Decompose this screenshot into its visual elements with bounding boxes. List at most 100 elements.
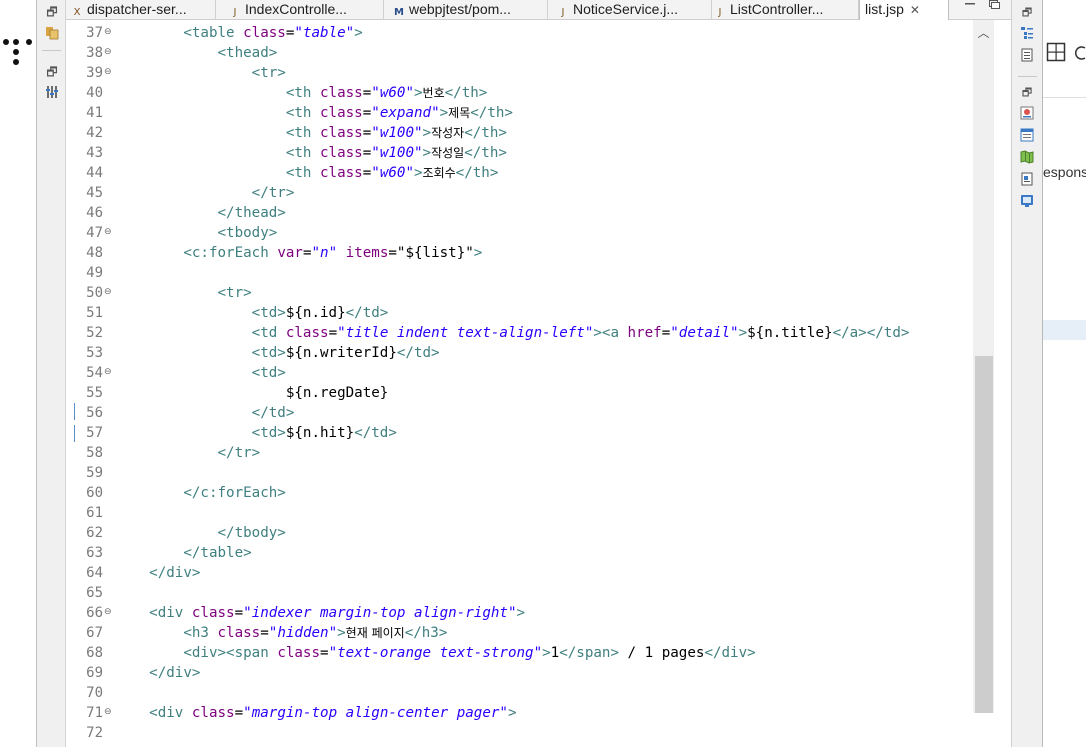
restore-icon[interactable]: 🗗: [1020, 6, 1034, 20]
code-token: ${n.writerId}: [285, 345, 397, 361]
code-token: </td>: [251, 405, 295, 421]
tab-list-controller[interactable]: J ListController...: [709, 0, 859, 20]
java-file-icon: J: [718, 7, 722, 18]
code-token: ${n.regDate}: [285, 385, 389, 401]
servers-icon[interactable]: [44, 84, 60, 100]
code-token: >: [593, 325, 602, 341]
scrollbar-thumb[interactable]: [975, 356, 993, 713]
code-token: <th: [285, 145, 321, 161]
code-token: =: [661, 325, 671, 341]
line-number: 47: [86, 225, 103, 241]
fold-toggle-icon[interactable]: ⊖: [104, 28, 113, 37]
line-number: 67: [86, 625, 103, 641]
code-token: </div>: [149, 665, 201, 681]
grid-icon[interactable]: [1046, 42, 1066, 62]
code-token: >: [422, 145, 432, 161]
code-token: </tbody>: [217, 525, 286, 541]
right-minimized-toolbar: 🗗 🗗: [1011, 0, 1043, 747]
close-icon[interactable]: ✕: [910, 3, 920, 17]
code-token: ${n.hit}: [285, 425, 355, 441]
code-token: href: [627, 325, 662, 341]
task-list-icon[interactable]: [1020, 48, 1034, 62]
app-dots-icon: [3, 39, 32, 65]
fold-toggle-icon[interactable]: ⊖: [104, 68, 113, 77]
line-number: 65: [86, 585, 103, 601]
restore-icon[interactable]: 🗗: [44, 4, 60, 20]
package-explorer-icon[interactable]: [44, 24, 60, 40]
problems-icon[interactable]: [1020, 106, 1034, 120]
fold-toggle-icon[interactable]: ⊖: [104, 708, 113, 717]
code-token: class: [191, 605, 235, 621]
console-icon[interactable]: [1020, 194, 1034, 208]
code-token: =: [260, 625, 269, 641]
code-token: class: [320, 85, 363, 101]
code-line: </div>: [115, 563, 200, 583]
properties-icon[interactable]: [1020, 128, 1034, 142]
line-number: 38: [86, 45, 103, 61]
code-token: class: [320, 145, 363, 161]
code-token: "n": [311, 245, 338, 261]
code-token: ${n.id}: [285, 305, 346, 321]
line-number: 49: [86, 265, 103, 281]
outline-icon[interactable]: [1020, 26, 1034, 40]
code-line: <tr>: [115, 283, 252, 303]
background-window: [1043, 0, 1086, 747]
tab-label: IndexControlle...: [245, 1, 347, 17]
code-line: <div class="margin-top align-center page…: [115, 703, 516, 723]
code-token: =: [320, 645, 329, 661]
code-token: </tr>: [251, 185, 295, 201]
code-token: >: [738, 325, 748, 341]
tab-pom[interactable]: Mwebpjtest/pom...: [388, 0, 548, 20]
quick-diff-ruler: [66, 20, 75, 747]
code-line: <th class="expand">제목</th>: [115, 103, 513, 123]
code-line: </thead>: [115, 203, 286, 223]
code-line: <th class="w60">조회수</th>: [115, 163, 499, 183]
fold-toggle-icon[interactable]: ⊖: [104, 368, 113, 377]
maximize-icon[interactable]: [984, 0, 1004, 12]
code-token: </td>: [354, 425, 397, 441]
line-number: 53: [86, 345, 103, 361]
snippets-icon[interactable]: [1020, 172, 1034, 186]
scroll-up-icon[interactable]: ︿: [973, 22, 994, 44]
code-token: </th>: [455, 165, 499, 181]
line-number: 48: [86, 245, 103, 261]
minimize-icon[interactable]: [960, 0, 980, 12]
line-number: 72: [86, 725, 103, 741]
code-token: class: [285, 325, 329, 341]
code-line: <th class="w100">작성일</th>: [115, 143, 507, 163]
fold-toggle-icon[interactable]: ⊖: [104, 288, 113, 297]
fold-toggle-icon[interactable]: ⊖: [104, 48, 113, 57]
code-token: "w60": [371, 165, 414, 181]
code-editor[interactable]: <table class="table"> <thead> <tr> <th c…: [115, 20, 973, 747]
code-token: 번호: [422, 86, 445, 100]
code-line: </c:forEach>: [115, 483, 286, 503]
fold-toggle-icon[interactable]: ⊖: [104, 228, 113, 237]
tab-index-controller[interactable]: J IndexControlle...: [224, 0, 384, 20]
tab-dispatcher-servlet[interactable]: Xdispatcher-ser...: [66, 0, 216, 20]
line-number: 60: [86, 485, 103, 501]
line-number: 59: [86, 465, 103, 481]
tab-label: ListController...: [730, 1, 824, 17]
fold-toggle-icon[interactable]: ⊖: [104, 608, 113, 617]
code-token: </th>: [464, 145, 507, 161]
map-icon[interactable]: [1020, 150, 1034, 164]
code-token: </td>: [396, 345, 440, 361]
code-token: class: [320, 105, 363, 121]
code-token: <th: [285, 125, 321, 141]
tab-list-jsp[interactable]: list.jsp ✕: [859, 0, 949, 20]
tab-label: list.jsp: [865, 1, 904, 17]
tab-notice-service[interactable]: J NoticeService.j...: [552, 0, 712, 20]
line-number-ruler: 37 ⊖ 38 ⊖ 39 ⊖ 40 41 42 43 44 45 46 47 ⊖ 48 49 50 ⊖ 51 52 53 5…: [75, 20, 115, 747]
restore-icon[interactable]: 🗗: [44, 64, 60, 80]
code-token: =: [362, 125, 372, 141]
line-number: 52: [86, 325, 103, 341]
restore-icon[interactable]: 🗗: [1020, 86, 1034, 100]
